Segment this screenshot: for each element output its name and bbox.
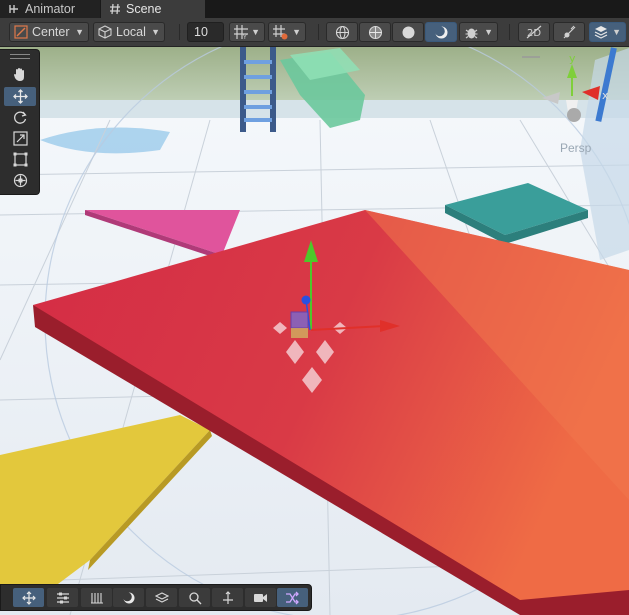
debug-draw-mode-dropdown[interactable]: ▼ — [459, 22, 498, 42]
tools-overlay — [0, 49, 40, 195]
shuffle-icon — [285, 591, 300, 605]
layers-button[interactable] — [146, 588, 177, 607]
search-icon — [188, 591, 202, 605]
snap-increment-field[interactable]: 10 — [187, 22, 224, 42]
scene-viewport[interactable]: y x Persp — [0, 47, 629, 615]
animator-icon — [8, 3, 20, 15]
scene-hash-icon — [109, 3, 121, 15]
rect-transform-icon — [13, 152, 28, 167]
transform-tool-button[interactable] — [4, 171, 36, 190]
shaded-wireframe-sphere-icon — [368, 25, 383, 40]
tab-label: Scene — [126, 2, 162, 16]
wireframe-sphere-icon — [335, 25, 350, 40]
shading-shaded-wireframe-button[interactable] — [359, 22, 391, 42]
pivot-mode-dropdown[interactable]: Center ▼ — [9, 22, 89, 42]
grid-visibility-dropdown[interactable]: Y ▼ — [229, 22, 265, 42]
scene-view-effects-dropdown[interactable]: ▼ — [589, 22, 626, 42]
toolbar-divider — [318, 24, 319, 40]
move-arrows-icon — [12, 89, 28, 104]
chevron-down-icon: ▼ — [612, 27, 621, 37]
shaded-sphere-icon — [122, 591, 136, 605]
rect-tool-button[interactable] — [4, 150, 36, 169]
gizmo-x-label: x — [602, 89, 609, 102]
overlay-drag-handle[interactable] — [10, 54, 30, 59]
scale-icon — [12, 131, 28, 146]
increment-snap-icon — [272, 24, 288, 40]
search-button[interactable] — [179, 588, 210, 607]
toggle-lighting-button[interactable] — [553, 22, 585, 42]
layers-icon — [154, 591, 169, 605]
toggle-2d-button[interactable]: 2D — [518, 22, 550, 42]
camera-icon — [253, 591, 268, 605]
tab-animator[interactable]: Animator — [0, 0, 100, 18]
svg-text:Y: Y — [242, 34, 247, 40]
pivot-center-icon — [14, 25, 28, 39]
gizmo-y-label: y — [569, 52, 576, 65]
scale-tool-button[interactable] — [4, 129, 36, 148]
scene-toolbar: Center ▼ Local ▼ 10 Y ▼ ▼ ▼ 2D ▼ — [0, 18, 629, 47]
tab-scene[interactable]: Scene — [101, 0, 205, 18]
2d-mode-icon: 2D — [526, 25, 542, 39]
shuffle-button[interactable] — [277, 588, 308, 607]
rotate-tool-button[interactable] — [4, 108, 36, 127]
grid-ruler-icon — [90, 591, 104, 605]
chevron-down-icon: ▼ — [251, 27, 260, 37]
bug-icon — [464, 25, 479, 40]
toolbar-divider — [509, 24, 510, 40]
chevron-down-icon: ▼ — [484, 27, 493, 37]
shading-mode-button[interactable] — [113, 588, 144, 607]
view-tool-button[interactable] — [4, 65, 36, 84]
pivot-mode-label: Center — [32, 25, 70, 39]
hand-icon — [13, 67, 27, 82]
pivot-axes-icon — [221, 590, 235, 605]
chevron-down-icon: ▼ — [292, 27, 301, 37]
move-mode-button[interactable] — [13, 588, 44, 607]
bottom-overlay-toolbar — [0, 584, 312, 611]
sliders-icon — [56, 591, 70, 605]
pivot-rotation-dropdown[interactable]: Local ▼ — [93, 22, 165, 42]
grid-snapping-dropdown[interactable]: ▼ — [268, 22, 306, 42]
local-cube-icon — [98, 25, 112, 39]
camera-button[interactable] — [245, 588, 276, 607]
grid-snap-icon: Y — [233, 24, 249, 40]
move-tool-button[interactable] — [4, 87, 36, 106]
rotate-icon — [13, 110, 28, 125]
tab-bar: Animator Scene — [0, 0, 629, 18]
toolbar-divider — [179, 24, 180, 40]
shading-wireframe-button[interactable] — [326, 22, 358, 42]
layers-effects-icon — [594, 25, 608, 39]
chevron-down-icon: ▼ — [151, 27, 160, 37]
inspector-button[interactable] — [47, 588, 78, 607]
shading-shaded-button[interactable] — [425, 22, 457, 42]
svg-text:2D: 2D — [527, 28, 541, 39]
move-arrows-icon — [21, 590, 36, 605]
transform-all-icon — [13, 173, 28, 188]
pivot-button[interactable] — [212, 588, 243, 607]
chevron-down-icon: ▼ — [75, 27, 84, 37]
pivot-rotation-label: Local — [116, 25, 146, 39]
grid-settings-button[interactable] — [81, 588, 112, 607]
unlit-sphere-icon — [401, 25, 416, 40]
shaded-sphere-icon — [434, 25, 449, 40]
lighting-icon — [562, 25, 577, 40]
tab-label: Animator — [25, 2, 76, 16]
projection-label[interactable]: Persp — [560, 141, 591, 155]
shading-unlit-button[interactable] — [392, 22, 424, 42]
